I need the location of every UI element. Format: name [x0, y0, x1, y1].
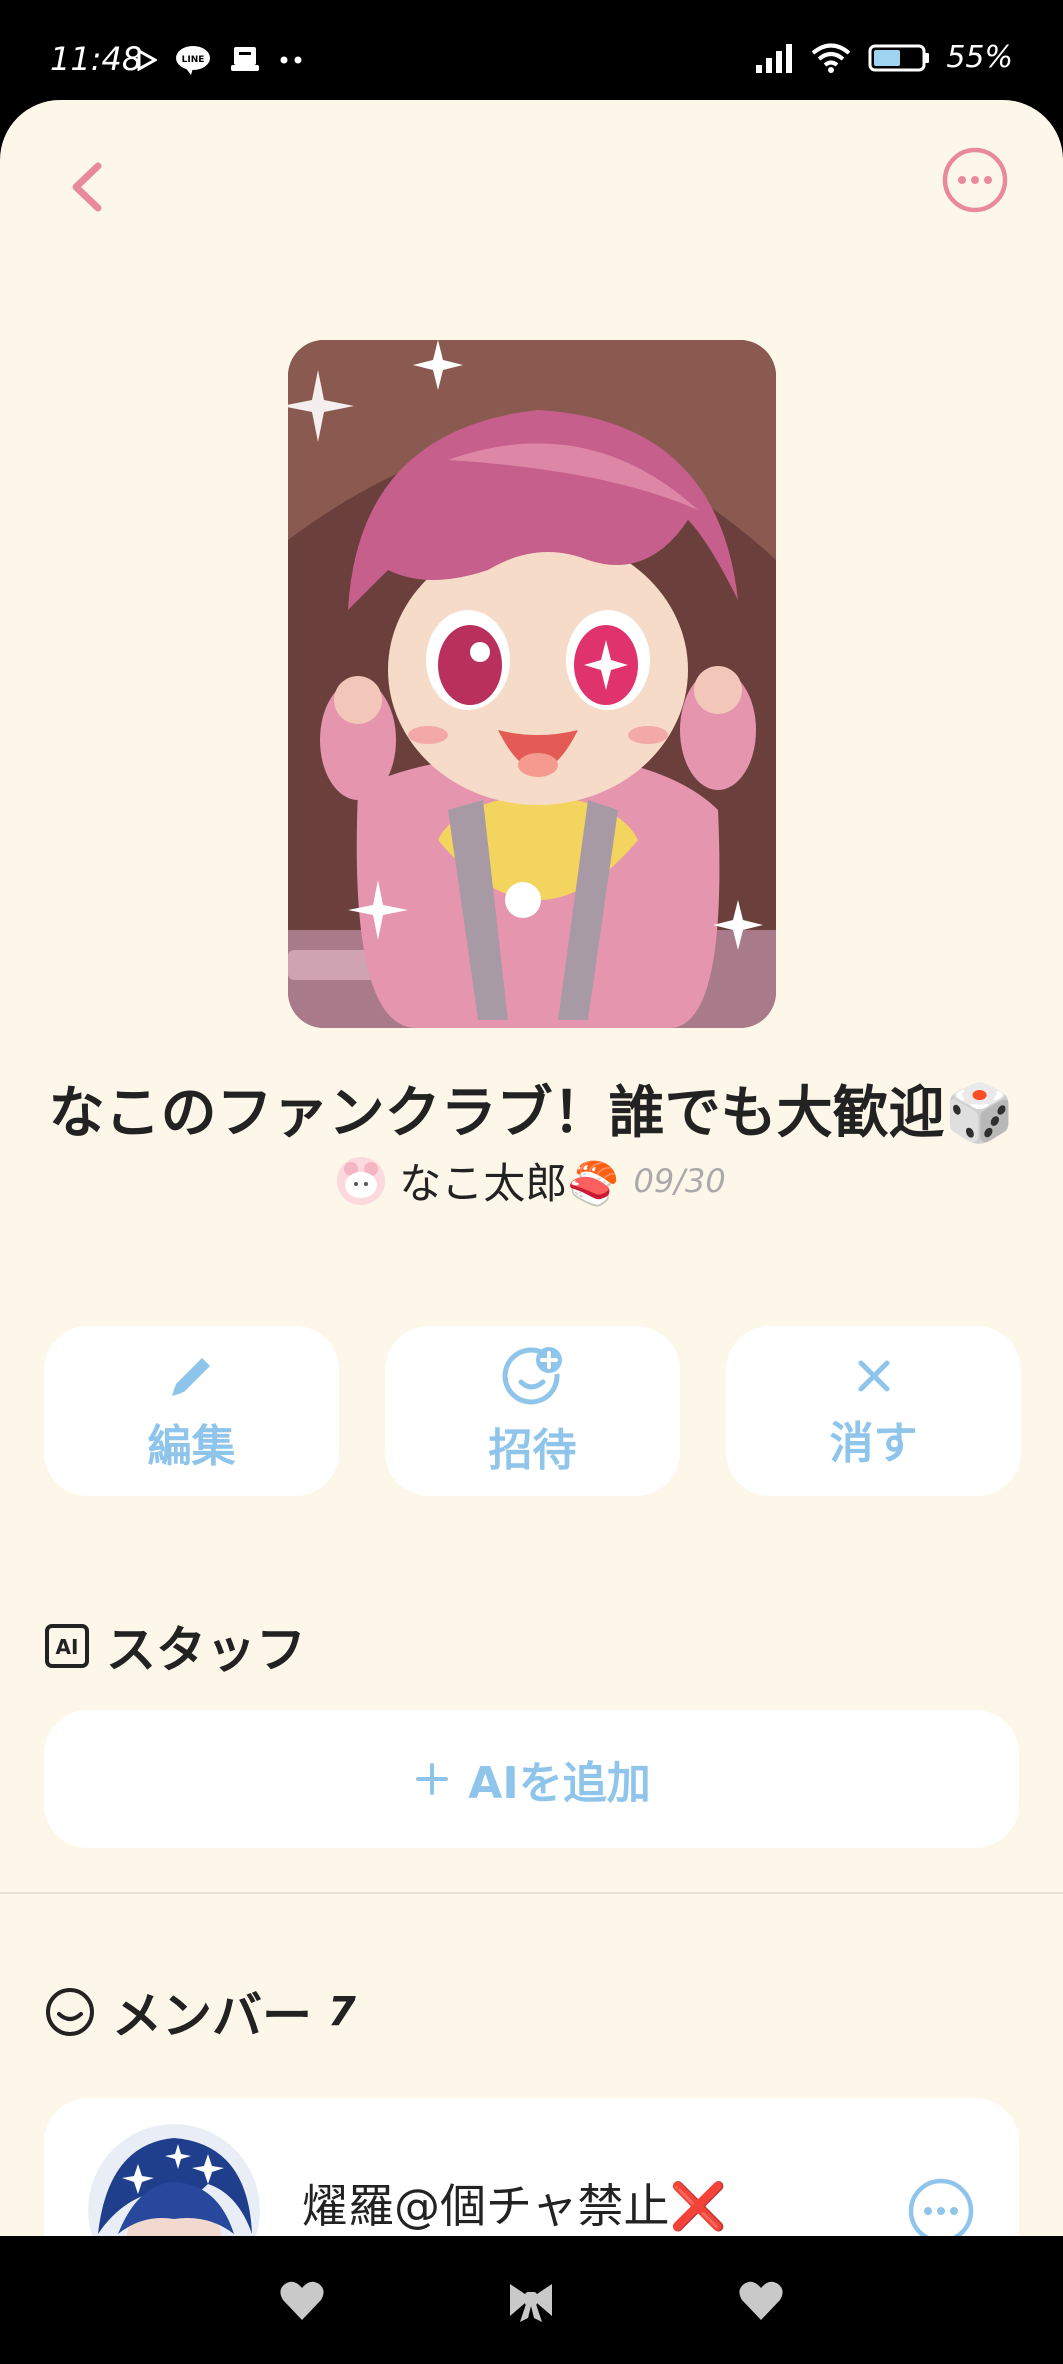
delete-button[interactable]: 消す — [726, 1326, 1021, 1496]
member-more-button[interactable] — [906, 2176, 976, 2236]
back-button[interactable] — [60, 152, 110, 222]
close-icon — [858, 1360, 889, 1392]
owner-name: なこ太郎🍣 — [399, 1159, 620, 1208]
battery-icon — [868, 44, 930, 71]
members-title: メンバー — [112, 1987, 312, 2045]
add-ai-button[interactable]: AIを追加 — [44, 1710, 1019, 1848]
member-name: 燿羅@個チャ禁止❌ — [302, 2179, 727, 2233]
edit-button[interactable]: 編集 — [44, 1326, 339, 1496]
pencil-icon — [171, 1358, 210, 1396]
staff-title: スタッフ — [106, 1621, 306, 1679]
action-row: 編集 招待 消す — [44, 1326, 1021, 1496]
club-title: なこのファンクラブ！誰でも大歓迎🎲 — [48, 1081, 1015, 1146]
edit-label: 編集 — [147, 1421, 236, 1472]
staff-section-header: AI スタッフ — [44, 1610, 306, 1682]
owner-avatar — [337, 1156, 386, 1205]
more-dots-icon — [280, 56, 302, 64]
status-time: 11:48 — [50, 40, 143, 78]
club-date: 09/30 — [633, 1161, 726, 1200]
avatar — [88, 2124, 260, 2236]
status-bar: 11:48 LINE 55% — [0, 0, 1063, 100]
members-count: 7 — [328, 1989, 356, 2035]
club-owner[interactable]: なこ太郎🍣 09/30 — [0, 1150, 1063, 1211]
club-detail-sheet: なこのファンクラブ！誰でも大歓迎🎲 なこ太郎🍣 09/30 編集 招待 消す A… — [0, 100, 1063, 2236]
bow-icon[interactable] — [506, 2276, 556, 2326]
heart-icon[interactable] — [277, 2276, 327, 2326]
add-ai-label: AIを追加 — [468, 1758, 651, 1809]
more-options-button[interactable] — [940, 145, 1010, 215]
play-icon — [137, 49, 157, 71]
delete-label: 消す — [829, 1418, 918, 1469]
battery-percent: 55% — [946, 40, 1013, 75]
smile-face-icon — [46, 1988, 94, 2036]
invite-button[interactable]: 招待 — [385, 1326, 680, 1496]
notification-app-icon — [231, 47, 259, 71]
club-cover-image — [288, 340, 776, 1028]
signal-icon — [756, 43, 793, 73]
invite-label: 招待 — [488, 1425, 577, 1476]
divider — [0, 1892, 1063, 1894]
ai-badge-icon: AI — [45, 1624, 89, 1668]
invite-face-plus-icon — [502, 1347, 562, 1405]
members-section-header: メンバー 7 — [44, 1976, 356, 2048]
wifi-icon — [812, 43, 851, 73]
svg-text:AI: AI — [56, 1635, 79, 1659]
line-app-icon: LINE — [176, 46, 210, 75]
heart-icon[interactable] — [736, 2276, 786, 2326]
svg-text:LINE: LINE — [182, 55, 205, 65]
list-item[interactable]: 燿羅@個チャ禁止❌ — [44, 2098, 1019, 2236]
chevron-left-icon — [72, 162, 102, 212]
plus-icon — [416, 1763, 449, 1795]
system-nav-bar — [0, 2236, 1063, 2364]
